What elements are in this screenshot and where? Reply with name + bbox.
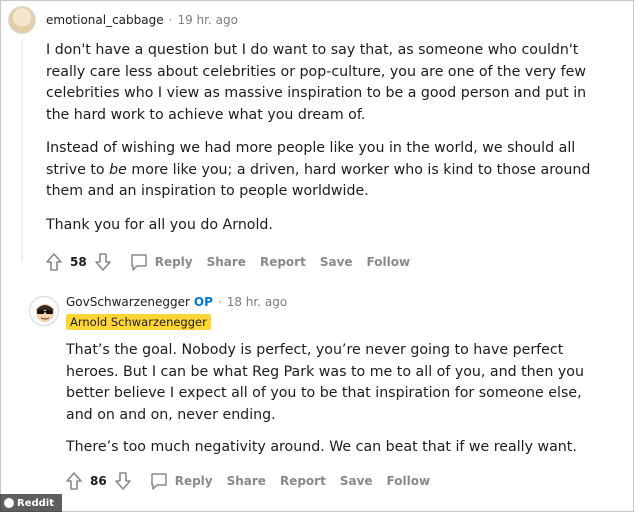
user-avatar-icon[interactable]: [8, 6, 36, 34]
emphasis: be: [109, 161, 127, 178]
share-button[interactable]: Share: [207, 255, 246, 269]
follow-button[interactable]: Follow: [387, 474, 431, 488]
comment-paragraph: There’s too much negativity around. We c…: [66, 439, 577, 455]
report-button[interactable]: Report: [260, 255, 306, 269]
comment-paragraph: That’s the goal. Nobody is perfect, you’…: [66, 342, 584, 423]
report-button[interactable]: Report: [280, 474, 326, 488]
follow-button[interactable]: Follow: [367, 255, 411, 269]
thread-line[interactable]: [21, 40, 23, 262]
comment-paragraph: I don't have a question but I do want to…: [46, 42, 587, 123]
reddit-watermark: Reddit: [0, 494, 62, 512]
vote-score: 86: [90, 474, 107, 488]
downvote-icon[interactable]: [113, 470, 133, 492]
reddit-logo-icon: [4, 498, 14, 508]
user-flair: Arnold Schwarzenegger: [66, 314, 211, 330]
comment-paragraph: Thank you for all you do Arnold.: [46, 216, 273, 233]
sunglasses-avatar-icon[interactable]: [29, 296, 59, 326]
separator-dot: ·: [168, 13, 173, 27]
timestamp[interactable]: 18 hr. ago: [227, 295, 287, 309]
comment-header: GovSchwarzenegger OP · 18 hr. ago: [66, 295, 287, 309]
separator-dot: ·: [217, 295, 222, 309]
comment-body: I don't have a question but I do want to…: [46, 40, 606, 248]
upvote-icon[interactable]: [44, 251, 64, 273]
comment-actions: 86 Reply Share Report Save Follow: [64, 470, 430, 492]
comment-actions: 58 Reply Share Report Save Follow: [44, 251, 410, 273]
share-button[interactable]: Share: [227, 474, 266, 488]
comment-body: That’s the goal. Nobody is perfect, you’…: [66, 340, 606, 470]
reply-button[interactable]: Reply: [129, 252, 193, 272]
op-badge: OP: [193, 295, 213, 309]
vote-score: 58: [70, 255, 87, 269]
username[interactable]: emotional_cabbage: [46, 13, 164, 27]
downvote-icon[interactable]: [93, 251, 113, 273]
comment-header: emotional_cabbage · 19 hr. ago: [46, 13, 238, 27]
comment-paragraph: Instead of wishing we had more people li…: [46, 140, 591, 199]
comment-bubble-icon: [130, 254, 147, 271]
save-button[interactable]: Save: [320, 255, 353, 269]
username[interactable]: GovSchwarzenegger: [66, 295, 190, 309]
comment-bubble-icon: [150, 473, 167, 490]
save-button[interactable]: Save: [340, 474, 373, 488]
timestamp[interactable]: 19 hr. ago: [177, 13, 237, 27]
upvote-icon[interactable]: [64, 470, 84, 492]
reply-button[interactable]: Reply: [149, 471, 213, 491]
